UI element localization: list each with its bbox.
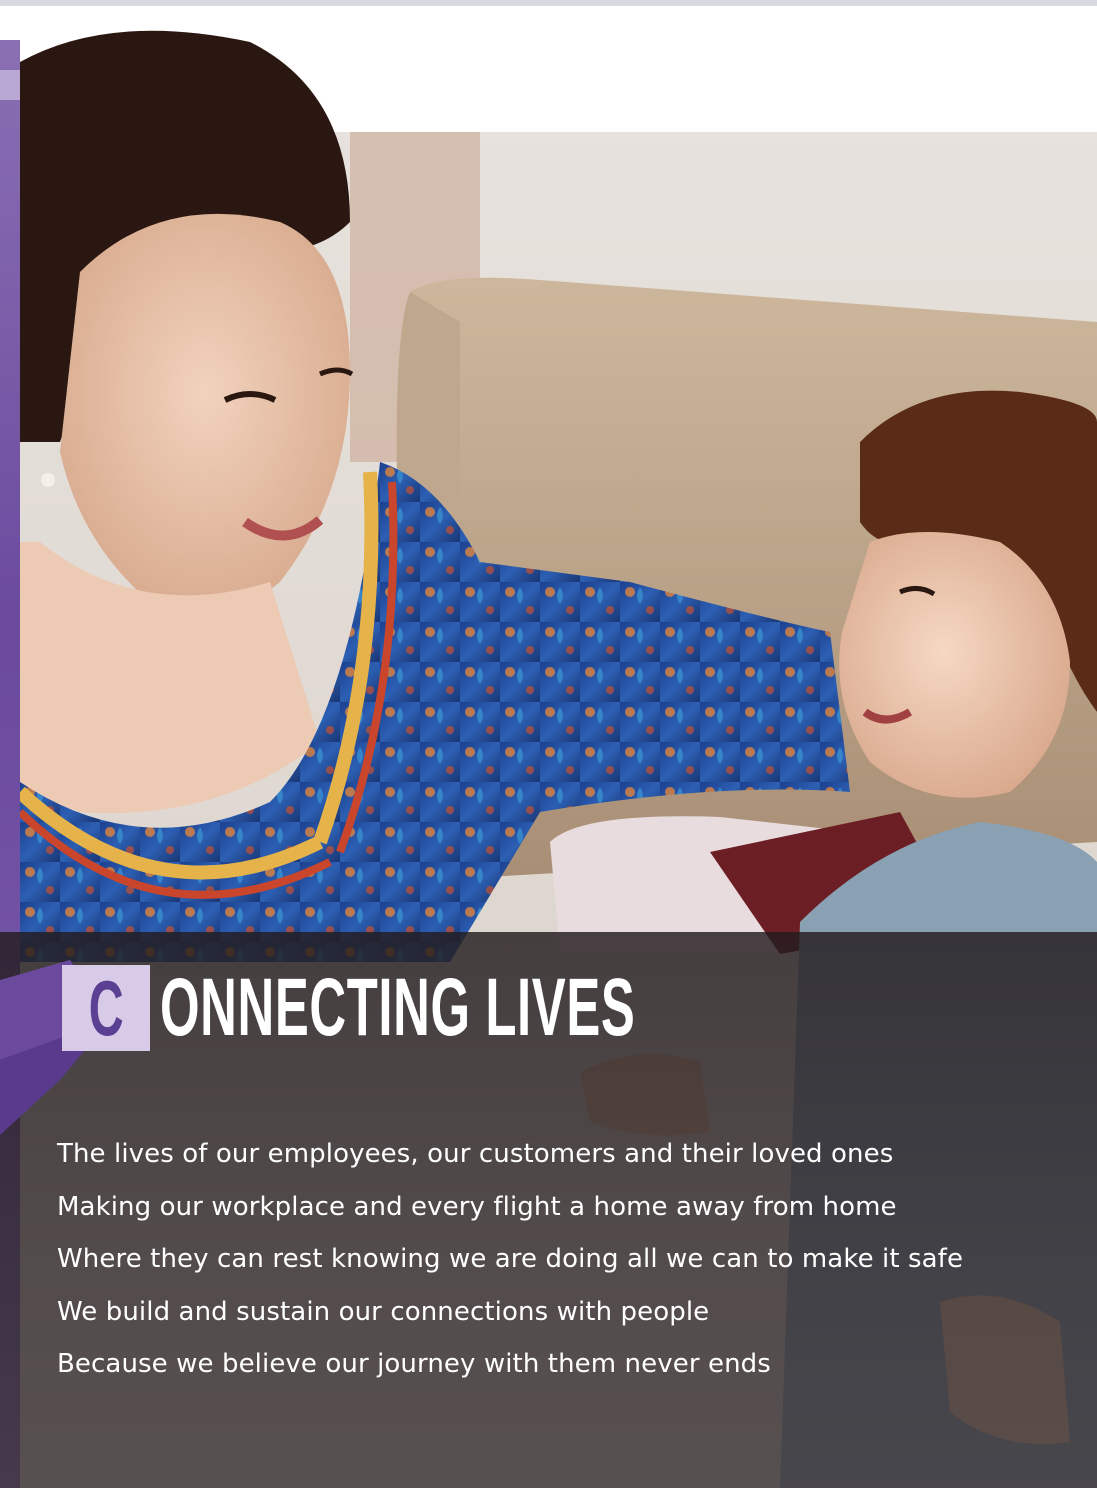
body-line: The lives of our employees, our customer… [57, 1139, 894, 1169]
body-line: Making our workplace and every flight a … [57, 1191, 897, 1222]
body-text: The lives of our employees, our customer… [57, 1128, 963, 1391]
body-line: We build and sustain our connections wit… [57, 1296, 710, 1327]
section-heading: C ONNECTING LIVES [62, 962, 927, 1054]
heading-initial-box: C [62, 965, 150, 1051]
purple-side-band-highlight [0, 70, 20, 100]
body-line: Because we believe our journey with them… [57, 1349, 771, 1379]
heading-initial: C [88, 964, 124, 1052]
heading-text: ONNECTING LIVES [160, 962, 636, 1053]
top-border [0, 0, 1097, 6]
body-line: Where they can rest knowing we are doing… [57, 1244, 964, 1274]
